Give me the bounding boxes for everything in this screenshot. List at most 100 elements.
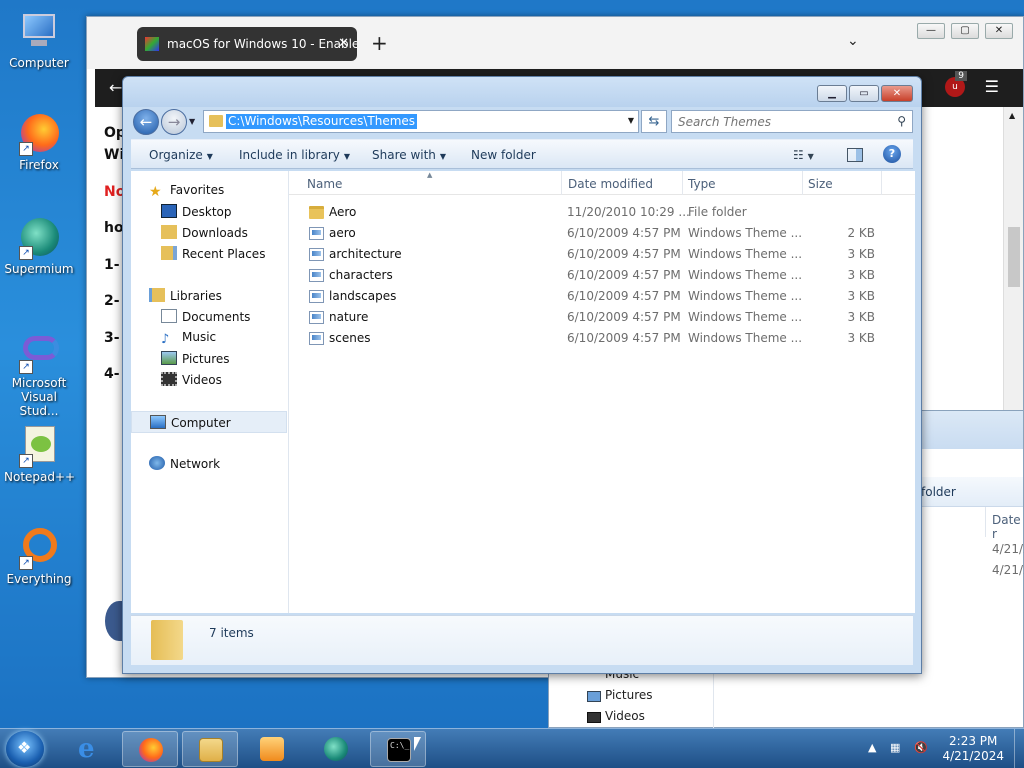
close-tab-icon[interactable]: ✕ bbox=[338, 36, 349, 51]
file-row[interactable]: scenes 6/10/2009 4:57 PM Windows Theme .… bbox=[289, 328, 915, 349]
nav-network[interactable]: Network bbox=[149, 456, 220, 471]
organize-button[interactable]: Organize ▼ bbox=[149, 148, 213, 162]
file-row[interactable]: aero 6/10/2009 4:57 PM Windows Theme ...… bbox=[289, 223, 915, 244]
nav-computer[interactable]: Computer bbox=[131, 411, 287, 433]
scroll-up-icon[interactable]: ▲ bbox=[1009, 111, 1015, 120]
nav-label: Desktop bbox=[182, 205, 232, 219]
explorer2-new-folder[interactable]: folder bbox=[921, 485, 956, 499]
desktop-icon-label: Notepad++ bbox=[4, 470, 76, 484]
new-tab-button[interactable]: + bbox=[371, 31, 388, 55]
explorer2-date-header[interactable]: Date r bbox=[992, 513, 1023, 541]
taskbar-explorer[interactable] bbox=[182, 731, 238, 767]
new-folder-button[interactable]: New folder bbox=[471, 148, 536, 162]
shortcut-arrow-icon: ↗ bbox=[19, 142, 33, 156]
nav-documents[interactable]: Documents bbox=[161, 309, 250, 324]
recent-pages-dropdown-icon[interactable]: ▼ bbox=[189, 117, 195, 126]
desktop-icon-firefox[interactable]: ↗ Firefox bbox=[4, 112, 74, 172]
folder-icon bbox=[151, 620, 183, 660]
column-header-type[interactable]: Type bbox=[688, 177, 716, 191]
search-input[interactable] bbox=[678, 112, 888, 132]
nav-label: Downloads bbox=[182, 226, 248, 240]
address-bar[interactable]: C:\Windows\Resources\Themes ▼ bbox=[203, 110, 639, 133]
taskbar-internet-explorer[interactable]: e bbox=[62, 731, 118, 767]
show-hidden-icons-icon[interactable]: ▲ bbox=[868, 741, 876, 754]
scrollbar-thumb[interactable] bbox=[1008, 227, 1020, 287]
nav-libraries[interactable]: Libraries bbox=[149, 288, 222, 303]
page-text-line: 2- bbox=[104, 293, 120, 309]
explorer2-date: 4/21/2 bbox=[992, 563, 1024, 577]
search-icon[interactable]: ⚲ bbox=[897, 114, 906, 128]
computer-icon bbox=[17, 10, 61, 54]
desktop-icon-visual-studio[interactable]: ↗ Microsoft Visual Stud... bbox=[4, 330, 74, 418]
nav-recent-places[interactable]: Recent Places bbox=[161, 246, 265, 261]
explorer2-date: 4/21/2 bbox=[992, 542, 1024, 556]
taskbar-media-player[interactable] bbox=[244, 731, 300, 767]
address-path[interactable]: C:\Windows\Resources\Themes bbox=[226, 114, 418, 129]
nav-pictures[interactable]: Pictures bbox=[161, 351, 230, 366]
nav-label: Pictures bbox=[605, 688, 653, 702]
nav-downloads[interactable]: Downloads bbox=[161, 225, 248, 240]
file-type: File folder bbox=[688, 205, 747, 219]
back-arrow-icon[interactable]: ← bbox=[109, 78, 122, 97]
refresh-button[interactable]: ⇆ bbox=[641, 110, 667, 133]
help-icon[interactable]: ? bbox=[883, 145, 901, 163]
taskbar-firefox[interactable] bbox=[122, 731, 178, 767]
address-dropdown-icon[interactable]: ▼ bbox=[628, 116, 634, 125]
star-icon: ★ bbox=[149, 184, 162, 200]
back-button[interactable]: ← bbox=[133, 109, 159, 135]
browser-tab[interactable]: macOS for Windows 10 - Enable ✕ bbox=[137, 27, 357, 61]
chevron-down-icon: ▼ bbox=[206, 152, 213, 161]
include-label: Include in library bbox=[239, 148, 340, 162]
show-desktop-button[interactable] bbox=[1014, 729, 1024, 768]
desktop-icon-supermium[interactable]: ↗ Supermium bbox=[4, 216, 74, 276]
nav-videos[interactable]: Videos bbox=[161, 372, 222, 387]
close-button[interactable]: ✕ bbox=[881, 85, 913, 102]
nav-label: Videos bbox=[605, 709, 645, 723]
column-header-size[interactable]: Size bbox=[808, 177, 833, 191]
network-tray-icon[interactable]: ▦ bbox=[890, 741, 900, 754]
minimize-button[interactable]: ▁ bbox=[817, 85, 847, 102]
nav-favorites[interactable]: ★ Favorites bbox=[149, 183, 224, 199]
preview-pane-icon[interactable] bbox=[847, 148, 863, 162]
close-button[interactable]: ✕ bbox=[985, 23, 1013, 39]
music-icon: ♪ bbox=[161, 332, 170, 347]
file-name: scenes bbox=[329, 331, 371, 345]
file-row[interactable]: nature 6/10/2009 4:57 PM Windows Theme .… bbox=[289, 307, 915, 328]
hamburger-menu-icon[interactable]: ☰ bbox=[985, 77, 999, 96]
column-header-name[interactable]: Name bbox=[307, 177, 342, 191]
search-box[interactable]: ⚲ bbox=[671, 110, 913, 133]
desktop-icon-notepadpp[interactable]: ↗ Notepad++ bbox=[4, 424, 76, 484]
file-type: Windows Theme ... bbox=[688, 289, 803, 303]
supermium-icon: ↗ bbox=[17, 216, 61, 260]
desktop-icon-everything[interactable]: ↗ Everything bbox=[4, 526, 74, 586]
nav-label: Favorites bbox=[170, 183, 225, 197]
tab-list-chevron-icon[interactable]: ⌄ bbox=[847, 33, 859, 49]
nav-music[interactable]: ♪ Music bbox=[161, 330, 216, 347]
desktop-icon-computer[interactable]: Computer bbox=[4, 10, 74, 70]
explorer-titlebar[interactable]: ▁ ▭ ✕ bbox=[123, 77, 921, 107]
supermium-icon bbox=[324, 737, 348, 761]
desktop-icon-label: Everything bbox=[6, 572, 72, 586]
volume-muted-icon[interactable]: 🔇 bbox=[914, 741, 928, 754]
include-in-library-button[interactable]: Include in library ▼ bbox=[239, 148, 350, 162]
change-view-icon[interactable]: ☷ ▼ bbox=[793, 148, 814, 162]
maximize-button[interactable]: ▢ bbox=[951, 23, 979, 39]
file-row[interactable]: characters 6/10/2009 4:57 PM Windows The… bbox=[289, 265, 915, 286]
taskbar-supermium[interactable] bbox=[308, 731, 364, 767]
file-name: landscapes bbox=[329, 289, 397, 303]
file-row[interactable]: Aero 11/20/2010 10:29 ... File folder bbox=[289, 202, 915, 223]
nav-desktop[interactable]: Desktop bbox=[161, 204, 232, 219]
system-clock[interactable]: 2:23 PM 4/21/2024 bbox=[942, 734, 1004, 764]
share-with-button[interactable]: Share with ▼ bbox=[372, 148, 446, 162]
maximize-button[interactable]: ▭ bbox=[849, 85, 879, 102]
clock-time: 2:23 PM bbox=[949, 734, 998, 748]
file-name: aero bbox=[329, 226, 356, 240]
column-header-date[interactable]: Date modified bbox=[568, 177, 653, 191]
start-button[interactable] bbox=[6, 731, 44, 767]
minimize-button[interactable]: — bbox=[917, 23, 945, 39]
file-row[interactable]: landscapes 6/10/2009 4:57 PM Windows The… bbox=[289, 286, 915, 307]
visual-studio-icon: ↗ bbox=[17, 330, 61, 374]
forward-button[interactable]: → bbox=[161, 109, 187, 135]
file-row[interactable]: architecture 6/10/2009 4:57 PM Windows T… bbox=[289, 244, 915, 265]
nav-label: Documents bbox=[182, 310, 251, 324]
